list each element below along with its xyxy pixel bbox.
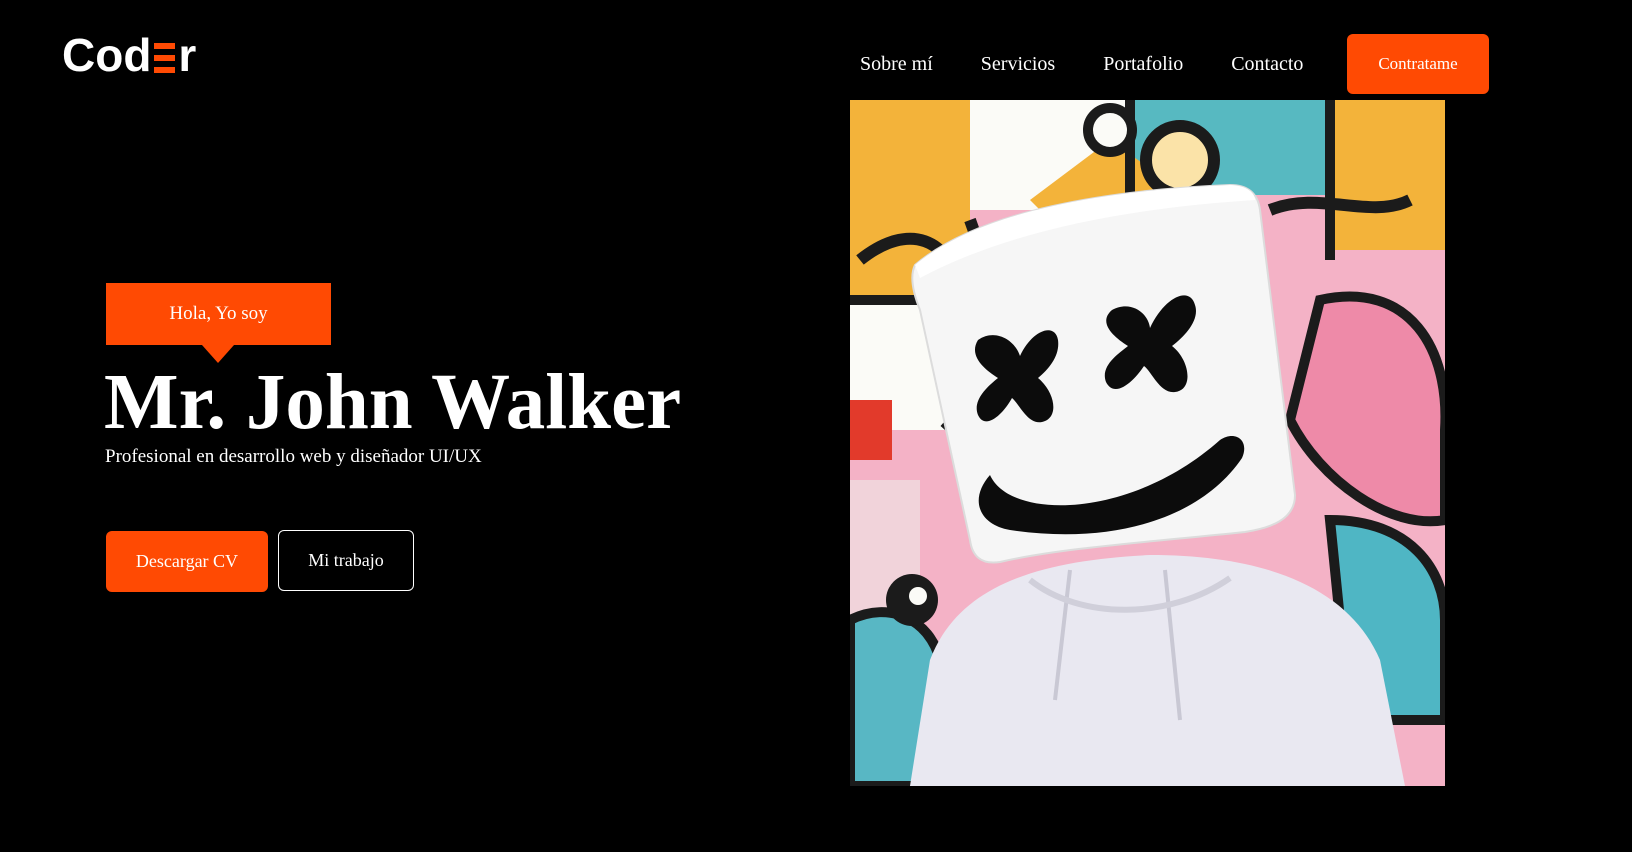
nav-link-contacto[interactable]: Contacto	[1231, 53, 1303, 76]
nav-link-portafolio[interactable]: Portafolio	[1103, 53, 1183, 76]
nav-link-sobre-mi[interactable]: Sobre mí	[860, 53, 933, 76]
nav-link-servicios[interactable]: Servicios	[981, 53, 1055, 76]
download-cv-button[interactable]: Descargar CV	[106, 531, 268, 592]
main-nav: Sobre mí Servicios Portafolio Contacto	[860, 34, 1351, 94]
logo[interactable]: Cod r	[62, 30, 196, 80]
my-work-button[interactable]: Mi trabajo	[278, 530, 414, 591]
hero-name: Mr. John Walker	[104, 359, 682, 446]
hire-me-button[interactable]: Contratame	[1347, 34, 1489, 94]
logo-text-right: r	[178, 29, 197, 81]
hero-portrait-image	[850, 100, 1445, 786]
logo-e-bars-icon	[154, 43, 176, 73]
hero-subtitle: Profesional en desarrollo web y diseñado…	[105, 446, 482, 467]
logo-text-left: Cod	[62, 29, 152, 81]
greeting-badge: Hola, Yo soy	[106, 283, 331, 363]
